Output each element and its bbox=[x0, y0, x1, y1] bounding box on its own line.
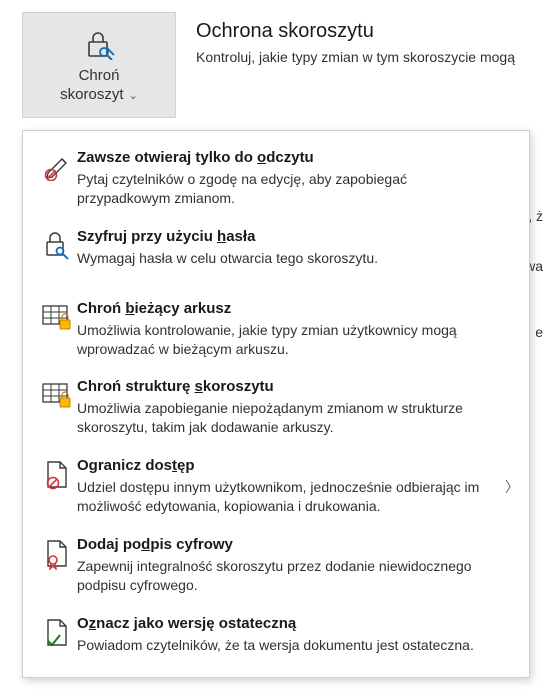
chevron-right-icon: 〉 bbox=[505, 477, 519, 497]
lock-key-icon bbox=[37, 228, 77, 260]
menu-item-title: Ogranicz dostęp bbox=[77, 457, 497, 474]
document-prohibit-icon bbox=[37, 457, 77, 491]
lock-key-icon bbox=[81, 25, 117, 65]
menu-item-desc: Zapewnij integralność skoroszytu przez d… bbox=[77, 557, 497, 595]
menu-item-title: Oznacz jako wersję ostateczną bbox=[77, 615, 497, 632]
menu-item-desc: Umożliwia kontrolowanie, jakie typy zmia… bbox=[77, 321, 497, 359]
protect-workbook-label: Chroń skoroszyt ⌄ bbox=[60, 67, 138, 105]
menu-item-desc: Powiadom czytelników, że ta wersja dokum… bbox=[77, 636, 497, 655]
menu-item-protect-structure[interactable]: Chroń strukturę skoroszytu Umożliwia zap… bbox=[23, 368, 529, 447]
protect-workbook-button[interactable]: Chroń skoroszyt ⌄ bbox=[22, 12, 176, 118]
menu-item-restrict-access[interactable]: Ogranicz dostęp Udziel dostępu innym uży… bbox=[23, 447, 529, 526]
background-text-fragment: , ż bbox=[528, 208, 545, 224]
menu-item-title: Dodaj podpis cyfrowy bbox=[77, 536, 497, 553]
menu-item-title: Chroń bieżący arkusz bbox=[77, 300, 497, 317]
header-block: Ochrona skoroszytu Kontroluj, jakie typy… bbox=[176, 12, 515, 65]
protect-workbook-dropdown: Zawsze otwieraj tylko do odczytu Pytaj c… bbox=[22, 130, 530, 678]
sheet-lock-icon bbox=[37, 300, 77, 332]
pencil-prohibit-icon bbox=[37, 149, 77, 181]
document-ribbon-icon bbox=[37, 536, 77, 570]
header-row: Chroń skoroszyt ⌄ Ochrona skoroszytu Kon… bbox=[0, 0, 545, 118]
menu-item-title: Szyfruj przy użyciu hasła bbox=[77, 228, 497, 245]
chevron-down-icon: ⌄ bbox=[126, 90, 138, 102]
menu-item-encrypt[interactable]: Szyfruj przy użyciu hasła Wymagaj hasła … bbox=[23, 218, 529, 278]
menu-item-readonly[interactable]: Zawsze otwieraj tylko do odczytu Pytaj c… bbox=[23, 139, 529, 218]
menu-item-title: Zawsze otwieraj tylko do odczytu bbox=[77, 149, 497, 166]
page-subtitle: Kontroluj, jakie typy zmian w tym skoros… bbox=[196, 49, 515, 65]
sheet-lock-icon bbox=[37, 378, 77, 410]
menu-item-desc: Udziel dostępu innym użytkownikom, jedno… bbox=[77, 478, 497, 516]
menu-item-mark-final[interactable]: Oznacz jako wersję ostateczną Powiadom c… bbox=[23, 605, 529, 665]
page-title: Ochrona skoroszytu bbox=[196, 20, 515, 43]
menu-item-title: Chroń strukturę skoroszytu bbox=[77, 378, 497, 395]
menu-item-digital-signature[interactable]: Dodaj podpis cyfrowy Zapewnij integralno… bbox=[23, 526, 529, 605]
menu-item-desc: Wymagaj hasła w celu otwarcia tego skoro… bbox=[77, 249, 497, 268]
menu-item-desc: Pytaj czytelników o zgodę na edycję, aby… bbox=[77, 170, 497, 208]
background-text-fragment: e bbox=[535, 324, 545, 340]
menu-item-desc: Umożliwia zapobieganie niepożądanym zmia… bbox=[77, 399, 497, 437]
menu-item-protect-sheet[interactable]: Chroń bieżący arkusz Umożliwia kontrolow… bbox=[23, 290, 529, 369]
document-check-icon bbox=[37, 615, 77, 649]
